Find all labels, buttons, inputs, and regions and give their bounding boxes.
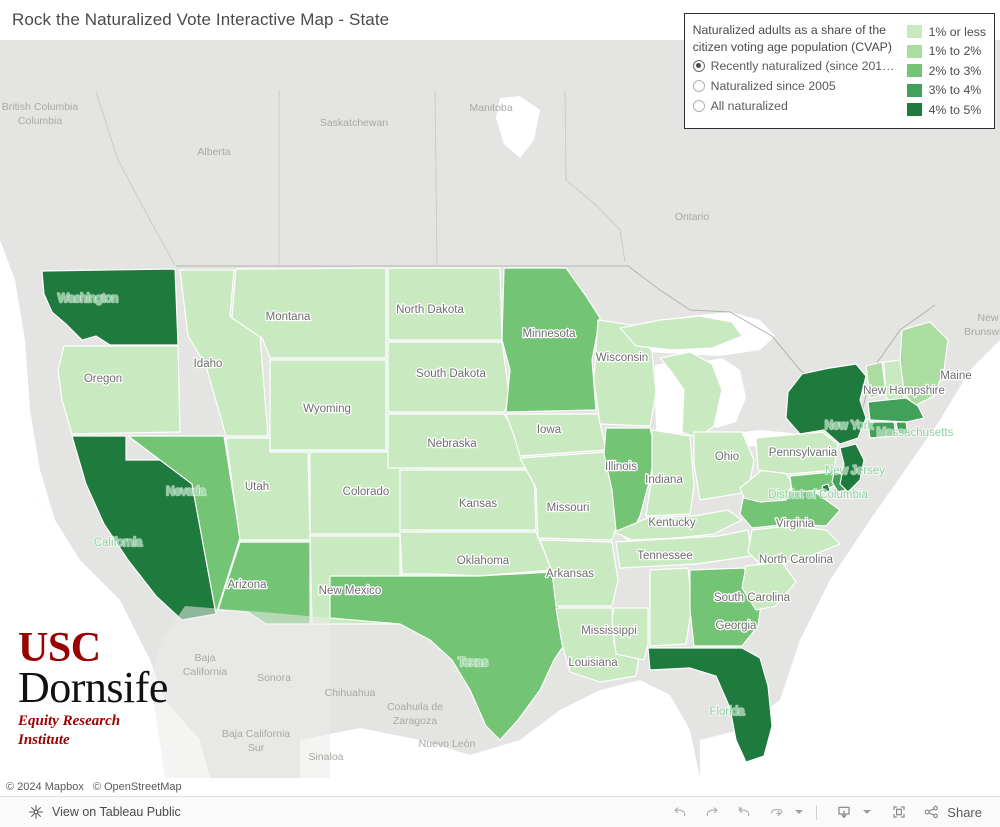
state-dc [821, 483, 831, 494]
state-pennsylvania [755, 431, 839, 475]
state-vermont [865, 361, 887, 399]
legend-bin-4[interactable]: 4% to 5% [906, 100, 986, 120]
legend-swatch-label-1: 1% to 2% [928, 44, 982, 59]
share-label: Share [947, 804, 982, 820]
radio-icon-unselected-2[interactable] [692, 99, 705, 112]
legend-swatch-4 [906, 103, 922, 117]
redo-button[interactable] [698, 800, 726, 824]
revert-button[interactable] [730, 800, 758, 824]
state-indiana [645, 429, 695, 517]
legend-heading-line1: Naturalized adults as a share of the [692, 23, 887, 37]
state-kansas [399, 469, 537, 531]
download-dropdown-caret[interactable] [863, 810, 872, 814]
view-on-tableau-public-label: View on Tableau Public [52, 805, 181, 819]
legend-swatch-label-2: 2% to 3% [928, 63, 982, 78]
radio-label-all-naturalized: All naturalized [710, 98, 788, 113]
state-utah [225, 437, 311, 541]
radio-label-naturalized-since-2005: Naturalized since 2005 [710, 78, 836, 93]
toolbar-separator [816, 804, 818, 820]
state-mississippi [611, 607, 649, 661]
state-alabama [649, 567, 693, 647]
map-canvas[interactable]: British Columbia Columbia Alberta Saskat… [0, 40, 1000, 778]
share-button[interactable]: Share [917, 803, 986, 821]
state-north-dakota [387, 267, 503, 341]
undo-button[interactable] [666, 800, 694, 824]
attribution-openstreetmap[interactable]: © OpenStreetMap [93, 781, 182, 793]
legend-swatch-label-4: 4% to 5% [928, 102, 982, 117]
legend-swatch-label-0: 1% or less [928, 24, 986, 39]
tableau-logo-icon [29, 805, 43, 819]
state-oklahoma [399, 531, 553, 577]
radio-icon-selected[interactable] [692, 59, 705, 72]
legend-swatch-3 [906, 83, 922, 97]
map-legend-panel[interactable]: Naturalized adults as a share of the cit… [683, 13, 995, 129]
legend-swatch-1 [906, 44, 922, 58]
state-connecticut [867, 421, 897, 439]
legend-color-scale: 1% or less 1% to 2% 2% to 3% 3% to 4% 4%… [903, 19, 994, 123]
map-attribution-bar: © 2024 Mapbox © OpenStreetMap [0, 778, 1000, 796]
state-iowa [505, 413, 607, 457]
legend-filter-group[interactable]: Naturalized adults as a share of the cit… [685, 19, 903, 123]
download-button[interactable] [830, 800, 858, 824]
radio-icon-unselected-1[interactable] [692, 79, 705, 92]
radio-option-naturalized-since-2005[interactable]: Naturalized since 2005 [692, 76, 897, 95]
tableau-dashboard: Rock the Naturalized Vote Interactive Ma… [0, 0, 1000, 827]
legend-bin-2[interactable]: 2% to 3% [906, 61, 986, 81]
legend-swatch-2 [906, 64, 922, 78]
share-icon [924, 805, 939, 819]
state-wyoming [269, 359, 387, 451]
radio-option-all-naturalized[interactable]: All naturalized [692, 96, 897, 115]
radio-label-recently-naturalized: Recently naturalized (since 201… [710, 58, 895, 73]
fullscreen-button[interactable] [885, 800, 913, 824]
page-title: Rock the Naturalized Vote Interactive Ma… [12, 10, 390, 29]
state-rhode-island [895, 421, 909, 435]
attribution-mapbox[interactable]: © 2024 Mapbox [6, 781, 84, 793]
state-south-dakota [387, 341, 511, 413]
legend-swatch-0 [906, 25, 922, 39]
legend-swatch-label-3: 3% to 4% [928, 83, 982, 98]
legend-heading-line2: citizen voting age population (CVAP) [692, 39, 892, 54]
legend-bin-1[interactable]: 1% to 2% [906, 42, 986, 62]
view-on-tableau-public-button[interactable]: View on Tableau Public [28, 804, 181, 820]
radio-option-recently-naturalized[interactable]: Recently naturalized (since 201… [692, 56, 897, 75]
mexico-landmass [150, 606, 330, 778]
legend-bin-3[interactable]: 3% to 4% [906, 81, 986, 101]
legend-bin-0[interactable]: 1% or less [906, 22, 986, 42]
refresh-dropdown-caret[interactable] [795, 810, 804, 814]
toolbar-actions: Share [666, 800, 986, 824]
state-nebraska [387, 413, 529, 469]
refresh-button[interactable] [762, 800, 790, 824]
choropleth-map-svg[interactable]: British Columbia Columbia Alberta Saskat… [0, 40, 1000, 778]
state-oregon [57, 345, 181, 435]
tableau-toolbar: View on Tableau Public Share [0, 796, 1000, 827]
